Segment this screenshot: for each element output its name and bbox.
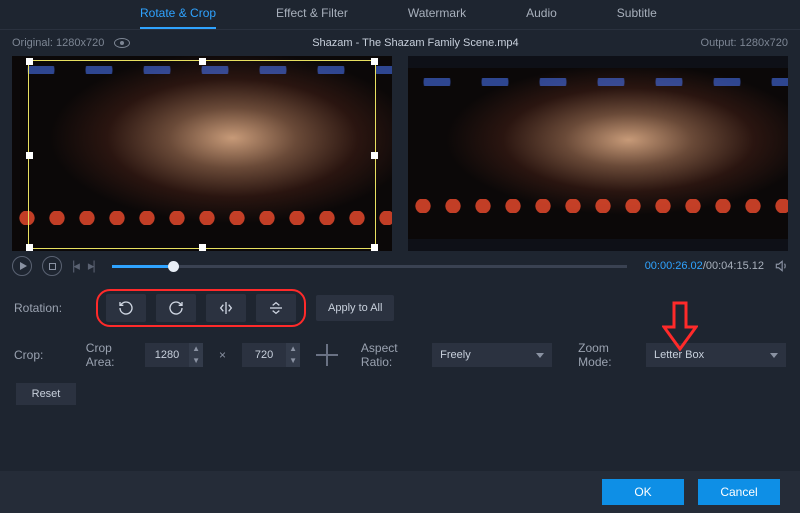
crop-handle-br[interactable] [371, 244, 378, 251]
next-frame-button[interactable]: ▸| [88, 258, 94, 274]
crop-area-label: Crop Area: [86, 341, 135, 369]
rotate-ccw-icon [118, 300, 134, 316]
ok-button[interactable]: OK [602, 479, 684, 505]
original-resolution-label: Original: 1280x720 [12, 37, 104, 49]
reset-button[interactable]: Reset [16, 383, 76, 405]
chevron-down-icon [770, 353, 778, 358]
stop-icon [49, 263, 56, 270]
crop-handle-bm[interactable] [199, 244, 206, 251]
rotation-buttons-highlight [96, 289, 306, 327]
seek-fill [112, 265, 169, 268]
crop-handle-ml[interactable] [26, 152, 33, 159]
rotate-ccw-button[interactable] [106, 294, 146, 322]
tab-bar: Rotate & Crop Effect & Filter Watermark … [0, 0, 800, 30]
chevron-down-icon [536, 353, 544, 358]
crop-width-up[interactable]: ▲ [189, 343, 203, 355]
volume-icon[interactable] [774, 259, 788, 273]
flip-horizontal-icon [218, 300, 234, 316]
preview-row [0, 56, 800, 251]
aspect-ratio-label: Aspect Ratio: [361, 341, 422, 369]
flip-horizontal-button[interactable] [206, 294, 246, 322]
tab-subtitle[interactable]: Subtitle [617, 6, 657, 29]
position-picker-icon[interactable] [316, 344, 335, 366]
cancel-button[interactable]: Cancel [698, 479, 780, 505]
crop-height-up[interactable]: ▲ [286, 343, 300, 355]
annotation-arrow [662, 301, 698, 351]
video-frame-output [408, 68, 788, 239]
tab-effect-filter[interactable]: Effect & Filter [276, 6, 348, 29]
playback-bar: |◂ ▸| 00:00:26.02/00:04:15.12 [0, 251, 800, 281]
preview-toggle-icon[interactable] [114, 38, 130, 48]
crop-height-input[interactable] [242, 343, 286, 367]
prev-frame-button[interactable]: |◂ [72, 258, 78, 274]
aspect-ratio-select[interactable]: Freely [432, 343, 552, 367]
time-display: 00:00:26.02/00:04:15.12 [645, 260, 764, 272]
output-resolution-label: Output: 1280x720 [701, 37, 788, 49]
source-preview[interactable] [12, 56, 392, 251]
crop-handle-mr[interactable] [371, 152, 378, 159]
crop-handle-bl[interactable] [26, 244, 33, 251]
crop-handle-tr[interactable] [371, 58, 378, 65]
output-preview [408, 56, 788, 251]
apply-to-all-button[interactable]: Apply to All [316, 295, 394, 321]
crop-height-down[interactable]: ▼ [286, 355, 300, 367]
file-title: Shazam - The Shazam Family Scene.mp4 [312, 37, 518, 49]
stop-button[interactable] [42, 256, 62, 276]
dimension-x: × [219, 348, 226, 362]
seek-slider[interactable] [112, 265, 627, 268]
play-button[interactable] [12, 256, 32, 276]
crop-width-field[interactable]: ▲ ▼ [145, 343, 203, 367]
tab-watermark[interactable]: Watermark [408, 6, 466, 29]
aspect-ratio-value: Freely [440, 349, 471, 361]
crop-frame[interactable] [28, 60, 376, 249]
current-time: 00:00:26.02 [645, 260, 703, 272]
play-icon [20, 262, 27, 270]
controls-panel: Rotation: Apply to All Crop: Crop Area: [0, 281, 800, 413]
total-time: 00:04:15.12 [706, 260, 764, 272]
rotation-label: Rotation: [14, 301, 86, 315]
tab-audio[interactable]: Audio [526, 6, 557, 29]
zoom-mode-label: Zoom Mode: [578, 341, 636, 369]
crop-handle-tm[interactable] [199, 58, 206, 65]
rotate-cw-button[interactable] [156, 294, 196, 322]
footer-bar: OK Cancel [0, 471, 800, 513]
crop-height-field[interactable]: ▲ ▼ [242, 343, 300, 367]
seek-thumb[interactable] [168, 261, 179, 272]
crop-width-down[interactable]: ▼ [189, 355, 203, 367]
info-bar: Original: 1280x720 Shazam - The Shazam F… [0, 30, 800, 56]
crop-label: Crop: [14, 348, 76, 362]
crop-width-input[interactable] [145, 343, 189, 367]
flip-vertical-button[interactable] [256, 294, 296, 322]
crop-handle-tl[interactable] [26, 58, 33, 65]
flip-vertical-icon [268, 300, 284, 316]
tab-rotate-crop[interactable]: Rotate & Crop [140, 6, 216, 29]
rotate-cw-icon [168, 300, 184, 316]
